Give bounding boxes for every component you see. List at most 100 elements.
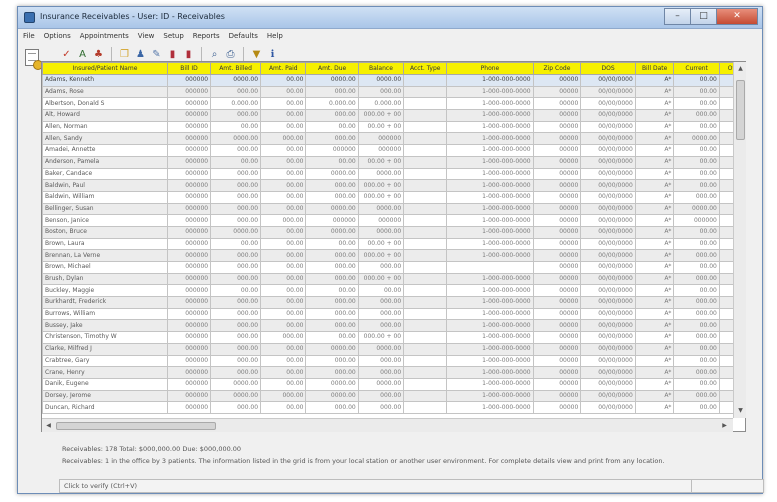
table-cell[interactable] — [403, 109, 448, 122]
table-cell[interactable]: 000.00 — [210, 144, 262, 157]
horizontal-scrollbar[interactable]: ◀ ▶ — [42, 418, 733, 432]
table-cell[interactable]: 000.00 — [673, 249, 720, 262]
table-cell[interactable]: 00/00/0000 — [580, 214, 636, 227]
table-cell[interactable]: 00000 — [532, 120, 582, 134]
table-row[interactable]: Alt, Howard 000000 000.00 00.00 000.00 000.00… — [42, 109, 733, 122]
table-cell[interactable]: 00000 — [532, 97, 582, 111]
table-cell[interactable] — [403, 97, 448, 111]
table-cell[interactable]: 00.00 — [718, 109, 733, 122]
table-cell[interactable]: 00.00 — [260, 179, 307, 192]
table-cell[interactable]: 000.00 — [210, 261, 262, 274]
table-cell[interactable]: 00/00/0000 — [580, 144, 636, 157]
table-cell[interactable]: 000000 — [166, 261, 212, 274]
table-cell[interactable]: 0000.00 — [305, 342, 359, 356]
table-cell[interactable]: 000.00 — [305, 179, 359, 192]
table-cell[interactable]: 00000 — [532, 214, 582, 227]
table-cell[interactable]: 000.00 — [305, 401, 359, 414]
table-cell[interactable] — [403, 155, 448, 169]
table-row[interactable]: Christenson, Timothy W 000000 000.00 000.00… — [42, 331, 733, 344]
table-cell[interactable]: 000.00 — [210, 296, 262, 309]
table-cell[interactable] — [403, 331, 448, 344]
table-cell[interactable]: 0000.00 — [673, 132, 720, 146]
table-cell[interactable]: 1-000-000-0000 — [446, 331, 534, 344]
table-cell[interactable]: 00/00/0000 — [580, 237, 636, 251]
table-cell[interactable]: Bussey, Jake — [42, 319, 168, 333]
table-cell[interactable]: 0000.00 — [357, 74, 405, 87]
table-cell[interactable]: 00/00/0000 — [580, 155, 636, 169]
preview-icon[interactable]: ⌕ — [208, 48, 221, 61]
table-cell[interactable]: 00.00 — [718, 97, 733, 111]
sort-icon[interactable]: A — [76, 48, 89, 61]
table-row[interactable]: Baker, Candace 000000 000.00 00.00 0000.00 00… — [42, 167, 733, 181]
table-cell[interactable]: 000.00 — [673, 190, 720, 204]
table-cell[interactable]: 00.00 — [673, 284, 720, 298]
table-cell[interactable]: 000.00 — [305, 85, 359, 99]
table-cell[interactable]: 000.00 — [210, 190, 262, 204]
table-cell[interactable]: 00/00/0000 — [580, 272, 636, 286]
table-cell[interactable] — [403, 389, 448, 403]
table-cell[interactable]: 000.00 — [305, 190, 359, 204]
table-cell[interactable]: A* — [634, 214, 675, 227]
table-cell[interactable]: 00.00 — [718, 144, 733, 157]
column-header[interactable]: DOS — [580, 62, 636, 75]
table-cell[interactable]: 00.00 — [305, 237, 359, 251]
table-cell[interactable]: 000000 — [166, 214, 212, 227]
table-cell[interactable]: A* — [634, 261, 675, 274]
folder-icon[interactable]: ❐ — [118, 48, 131, 61]
table-cell[interactable]: 000.00 — [305, 249, 359, 262]
table-cell[interactable]: 000.00 — [305, 366, 359, 379]
table-cell[interactable]: 000000 — [166, 249, 212, 262]
table-cell[interactable]: 000.00 — [305, 354, 359, 368]
table-cell[interactable]: A* — [634, 272, 675, 286]
table-cell[interactable]: 000000 — [166, 377, 212, 391]
table-cell[interactable]: 00.00 — [260, 284, 307, 298]
table-cell[interactable]: 000.00 + 00 — [357, 190, 405, 204]
table-cell[interactable]: Adams, Kenneth — [42, 74, 168, 87]
column-header[interactable]: Insured/Patient Name — [42, 62, 168, 75]
table-row[interactable]: Allen, Sandy 000000 0000.00 000.00 000.00 000… — [42, 132, 733, 146]
table-cell[interactable] — [403, 120, 448, 134]
table-cell[interactable]: 0000.00 — [305, 202, 359, 216]
table-cell[interactable]: A* — [634, 389, 675, 403]
table-cell[interactable]: 000.00 — [210, 167, 262, 181]
table-row[interactable]: Crabtree, Gary 000000 000.00 00.00 000.00 000… — [42, 354, 733, 368]
table-cell[interactable]: 00.00 — [673, 74, 720, 87]
table-cell[interactable]: 1-000-000-0000 — [446, 284, 534, 298]
table-cell[interactable]: Duncan, Richard — [42, 401, 168, 414]
table-cell[interactable]: 000000 — [166, 307, 212, 321]
table-cell[interactable]: 00.00 — [260, 74, 307, 87]
menu-reports[interactable]: Reports — [193, 30, 220, 43]
table-cell[interactable]: 1-000-000-0000 — [446, 179, 534, 192]
table-cell[interactable]: 000000 — [166, 296, 212, 309]
table-cell[interactable]: 1-000-000-0000 — [446, 214, 534, 227]
table-cell[interactable]: 000000 — [357, 214, 405, 227]
table-cell[interactable]: A* — [634, 307, 675, 321]
table-cell[interactable]: Crabtree, Gary — [42, 354, 168, 368]
column-header[interactable]: Amt. Billed — [210, 62, 262, 75]
table-cell[interactable]: 00.00 — [260, 377, 307, 391]
table-cell[interactable]: 00.00 — [718, 190, 733, 204]
table-cell[interactable]: 00.00 — [260, 401, 307, 414]
table-cell[interactable]: 00.00 — [718, 249, 733, 262]
table-cell[interactable]: 000.00 — [210, 85, 262, 99]
table-cell[interactable]: Alt, Howard — [42, 109, 168, 122]
table-cell[interactable]: 0.000.00 — [357, 97, 405, 111]
table-cell[interactable] — [403, 377, 448, 391]
table-cell[interactable]: 000000 — [166, 97, 212, 111]
table-cell[interactable]: 000.00 — [673, 272, 720, 286]
table-cell[interactable]: 00/00/0000 — [580, 354, 636, 368]
table-cell[interactable]: 000.00 — [357, 389, 405, 403]
table-cell[interactable]: 00.00 — [673, 85, 720, 99]
horizontal-scroll-thumb[interactable] — [56, 422, 216, 430]
column-header[interactable]: Zip Code — [532, 62, 582, 75]
table-cell[interactable]: 00000 — [532, 377, 582, 391]
table-cell[interactable]: A* — [634, 342, 675, 356]
table-cell[interactable]: 00/00/0000 — [580, 342, 636, 356]
table-cell[interactable]: 000000 — [166, 342, 212, 356]
table-cell[interactable]: Allen, Sandy — [42, 132, 168, 146]
table-cell[interactable]: 000000 — [166, 284, 212, 298]
table-cell[interactable]: 00.00 — [718, 167, 733, 181]
table-cell[interactable]: 00.00 — [673, 167, 720, 181]
table-cell[interactable]: A* — [634, 202, 675, 216]
table-cell[interactable]: 000000 — [166, 74, 212, 87]
